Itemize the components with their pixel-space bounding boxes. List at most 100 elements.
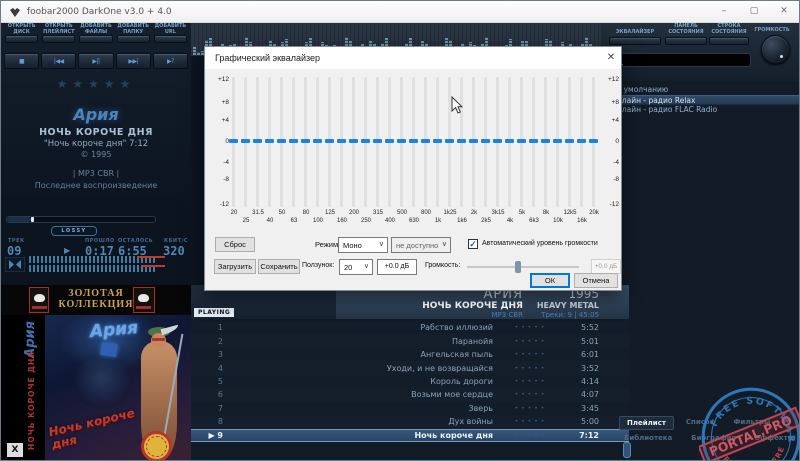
eq-band-handle[interactable] <box>361 139 370 143</box>
load-button[interactable]: Загрузить <box>214 259 256 274</box>
eq-band-handle[interactable] <box>445 139 454 143</box>
eq-band-handle[interactable] <box>277 139 286 143</box>
track-row[interactable]: 5 Король дороги ••••• 4:14 <box>191 374 629 389</box>
eq-scale-label-right: -8 <box>613 176 619 183</box>
stop-button[interactable]: ■ <box>4 53 40 69</box>
eq-scale-label-left: +12 <box>217 76 229 83</box>
random-button[interactable]: ▶? <box>152 53 189 69</box>
track-title: Дух войны <box>448 417 493 427</box>
tab-плейлист[interactable]: Плейлист <box>619 416 674 430</box>
track-row[interactable]: 1 Рабство иллюзий ••••• 5:52 <box>191 321 629 335</box>
lossy-indicator[interactable]: LOSSY <box>51 226 97 236</box>
add-files-button[interactable] <box>79 35 113 43</box>
eq-band-handle[interactable] <box>337 139 346 143</box>
playlist-selector-item[interactable]: Онлайн - радио FLAC Radio <box>601 105 799 115</box>
random-icon: ▶? <box>167 58 174 65</box>
add-url-button[interactable] <box>153 35 188 43</box>
toolbar-group-add-files: ДОБАВИТЬ ФАЙЛЫ <box>78 23 113 43</box>
mode-select[interactable]: Моно ∨ <box>338 237 388 253</box>
eq-band-handle[interactable] <box>385 139 394 143</box>
eq-band-label: 100 <box>312 217 323 224</box>
dialog-close-icon[interactable]: ✕ <box>603 51 619 65</box>
minimize-button[interactable]: – <box>709 1 739 22</box>
eq-band-handle[interactable] <box>469 139 478 143</box>
cancel-button[interactable]: Отмена <box>574 273 618 288</box>
visualization-icon <box>5 257 25 272</box>
track-row[interactable]: 7 Зверь ••••• 3:45 <box>191 401 629 416</box>
open-disc-button[interactable] <box>5 35 39 43</box>
eq-band-handle[interactable] <box>565 139 574 143</box>
track-number: ▶ 9 <box>208 430 223 440</box>
eq-band-handle[interactable] <box>517 139 526 143</box>
tab-библиотека[interactable]: Библиотека <box>617 432 679 444</box>
rating-stars[interactable]: ★★★★★ <box>1 77 191 91</box>
eq-band-handle[interactable] <box>349 139 358 143</box>
track-row[interactable]: 6 Возьми мое сердце ••••• 4:07 <box>191 388 629 402</box>
equalizer-button[interactable] <box>609 37 661 45</box>
add-folder-button[interactable] <box>116 35 150 43</box>
seek-bar[interactable] <box>6 216 156 223</box>
app-icon <box>10 8 20 17</box>
eq-band-label: 200 <box>348 210 359 216</box>
eq-band-handle[interactable] <box>229 139 238 143</box>
eq-band-handle[interactable] <box>421 139 430 143</box>
eq-band-handle[interactable] <box>529 139 538 143</box>
eq-band-label: 4k <box>506 217 514 224</box>
eq-band-handle[interactable] <box>301 139 310 143</box>
track-row[interactable]: 8 Дух войны ••••• 5:00 <box>191 415 629 429</box>
track-row[interactable]: 4 Уходи, и не возвращайся ••••• 3:52 <box>191 361 629 375</box>
eq-band-handle[interactable] <box>241 139 250 143</box>
scrollbar-thumb[interactable] <box>623 442 631 458</box>
previous-button[interactable]: |◀◀ <box>41 53 77 69</box>
device-select[interactable]: не доступно ∨ <box>391 237 451 253</box>
eq-band-label: 315 <box>372 210 383 216</box>
band-select[interactable]: 20 ∨ <box>339 259 373 275</box>
status-bar-button[interactable] <box>709 37 749 45</box>
status-panel-button[interactable] <box>665 37 707 45</box>
eq-band-handle[interactable] <box>433 139 442 143</box>
eq-band-handle[interactable] <box>265 139 274 143</box>
eq-band-handle[interactable] <box>493 139 502 143</box>
eq-band-handle[interactable] <box>289 139 298 143</box>
save-button[interactable]: Сохранить <box>258 259 300 274</box>
toolbar-group-status-bar: СТРОКА СОСТОЯНИЯ <box>707 23 751 46</box>
maximize-button[interactable]: ▢ <box>739 1 769 22</box>
eq-band-handle[interactable] <box>457 139 466 143</box>
chevron-down-icon: ∨ <box>363 263 369 270</box>
eq-band-handle[interactable] <box>541 139 550 143</box>
close-button[interactable]: ✕ <box>769 1 799 22</box>
eq-band-handle[interactable] <box>313 139 322 143</box>
track-row[interactable]: 3 Ангельская пыль ••••• 6:01 <box>191 347 629 362</box>
open-playlist-button[interactable] <box>42 35 76 43</box>
volume-knob[interactable] <box>761 35 790 64</box>
eq-band-label: 8k <box>542 210 550 216</box>
eq-band-label: 20 <box>230 210 238 216</box>
auto-level-checkbox[interactable]: ✓ <box>468 239 478 249</box>
eq-band-handle[interactable] <box>325 139 334 143</box>
playlist-selector-item[interactable]: Онлайн - радио Relax <box>601 95 799 105</box>
eq-band-handle[interactable] <box>577 139 586 143</box>
eq-band-handle[interactable] <box>553 139 562 143</box>
slider-thumb[interactable] <box>515 261 521 273</box>
search-input[interactable] <box>607 53 751 67</box>
device-value: не доступно <box>396 241 439 250</box>
dialog-volume-slider[interactable] <box>467 260 579 274</box>
track-row[interactable]: ▶ 9 Ночь короче дня ••••• 7:12 <box>191 428 629 442</box>
playlist-selector-item[interactable]: По умолчанию <box>601 85 799 95</box>
eq-band-handle[interactable] <box>481 139 490 143</box>
eq-band-handle[interactable] <box>253 139 262 143</box>
eq-band-label: 2k <box>470 210 478 216</box>
seek-bar-handle[interactable] <box>31 217 34 222</box>
track-row[interactable]: 2 Паранойя ••••• 5:01 <box>191 334 629 348</box>
eq-band-handle[interactable] <box>505 139 514 143</box>
eq-band-handle[interactable] <box>397 139 406 143</box>
ok-button[interactable]: ОК <box>530 273 570 288</box>
band-gain-input[interactable]: +0.0 дБ <box>377 259 417 275</box>
toolbar-label: ПАНЕЛЬ СОСТОЯНИЯ <box>668 23 704 35</box>
eq-band-handle[interactable] <box>409 139 418 143</box>
reset-button[interactable]: Сброс <box>215 237 255 252</box>
eq-band-handle[interactable] <box>373 139 382 143</box>
play-pause-button[interactable]: ▶|| <box>78 53 114 69</box>
dialog-titlebar[interactable]: Графический эквалайзер ✕ <box>205 47 621 69</box>
next-button[interactable]: ▶▶| <box>115 53 151 69</box>
